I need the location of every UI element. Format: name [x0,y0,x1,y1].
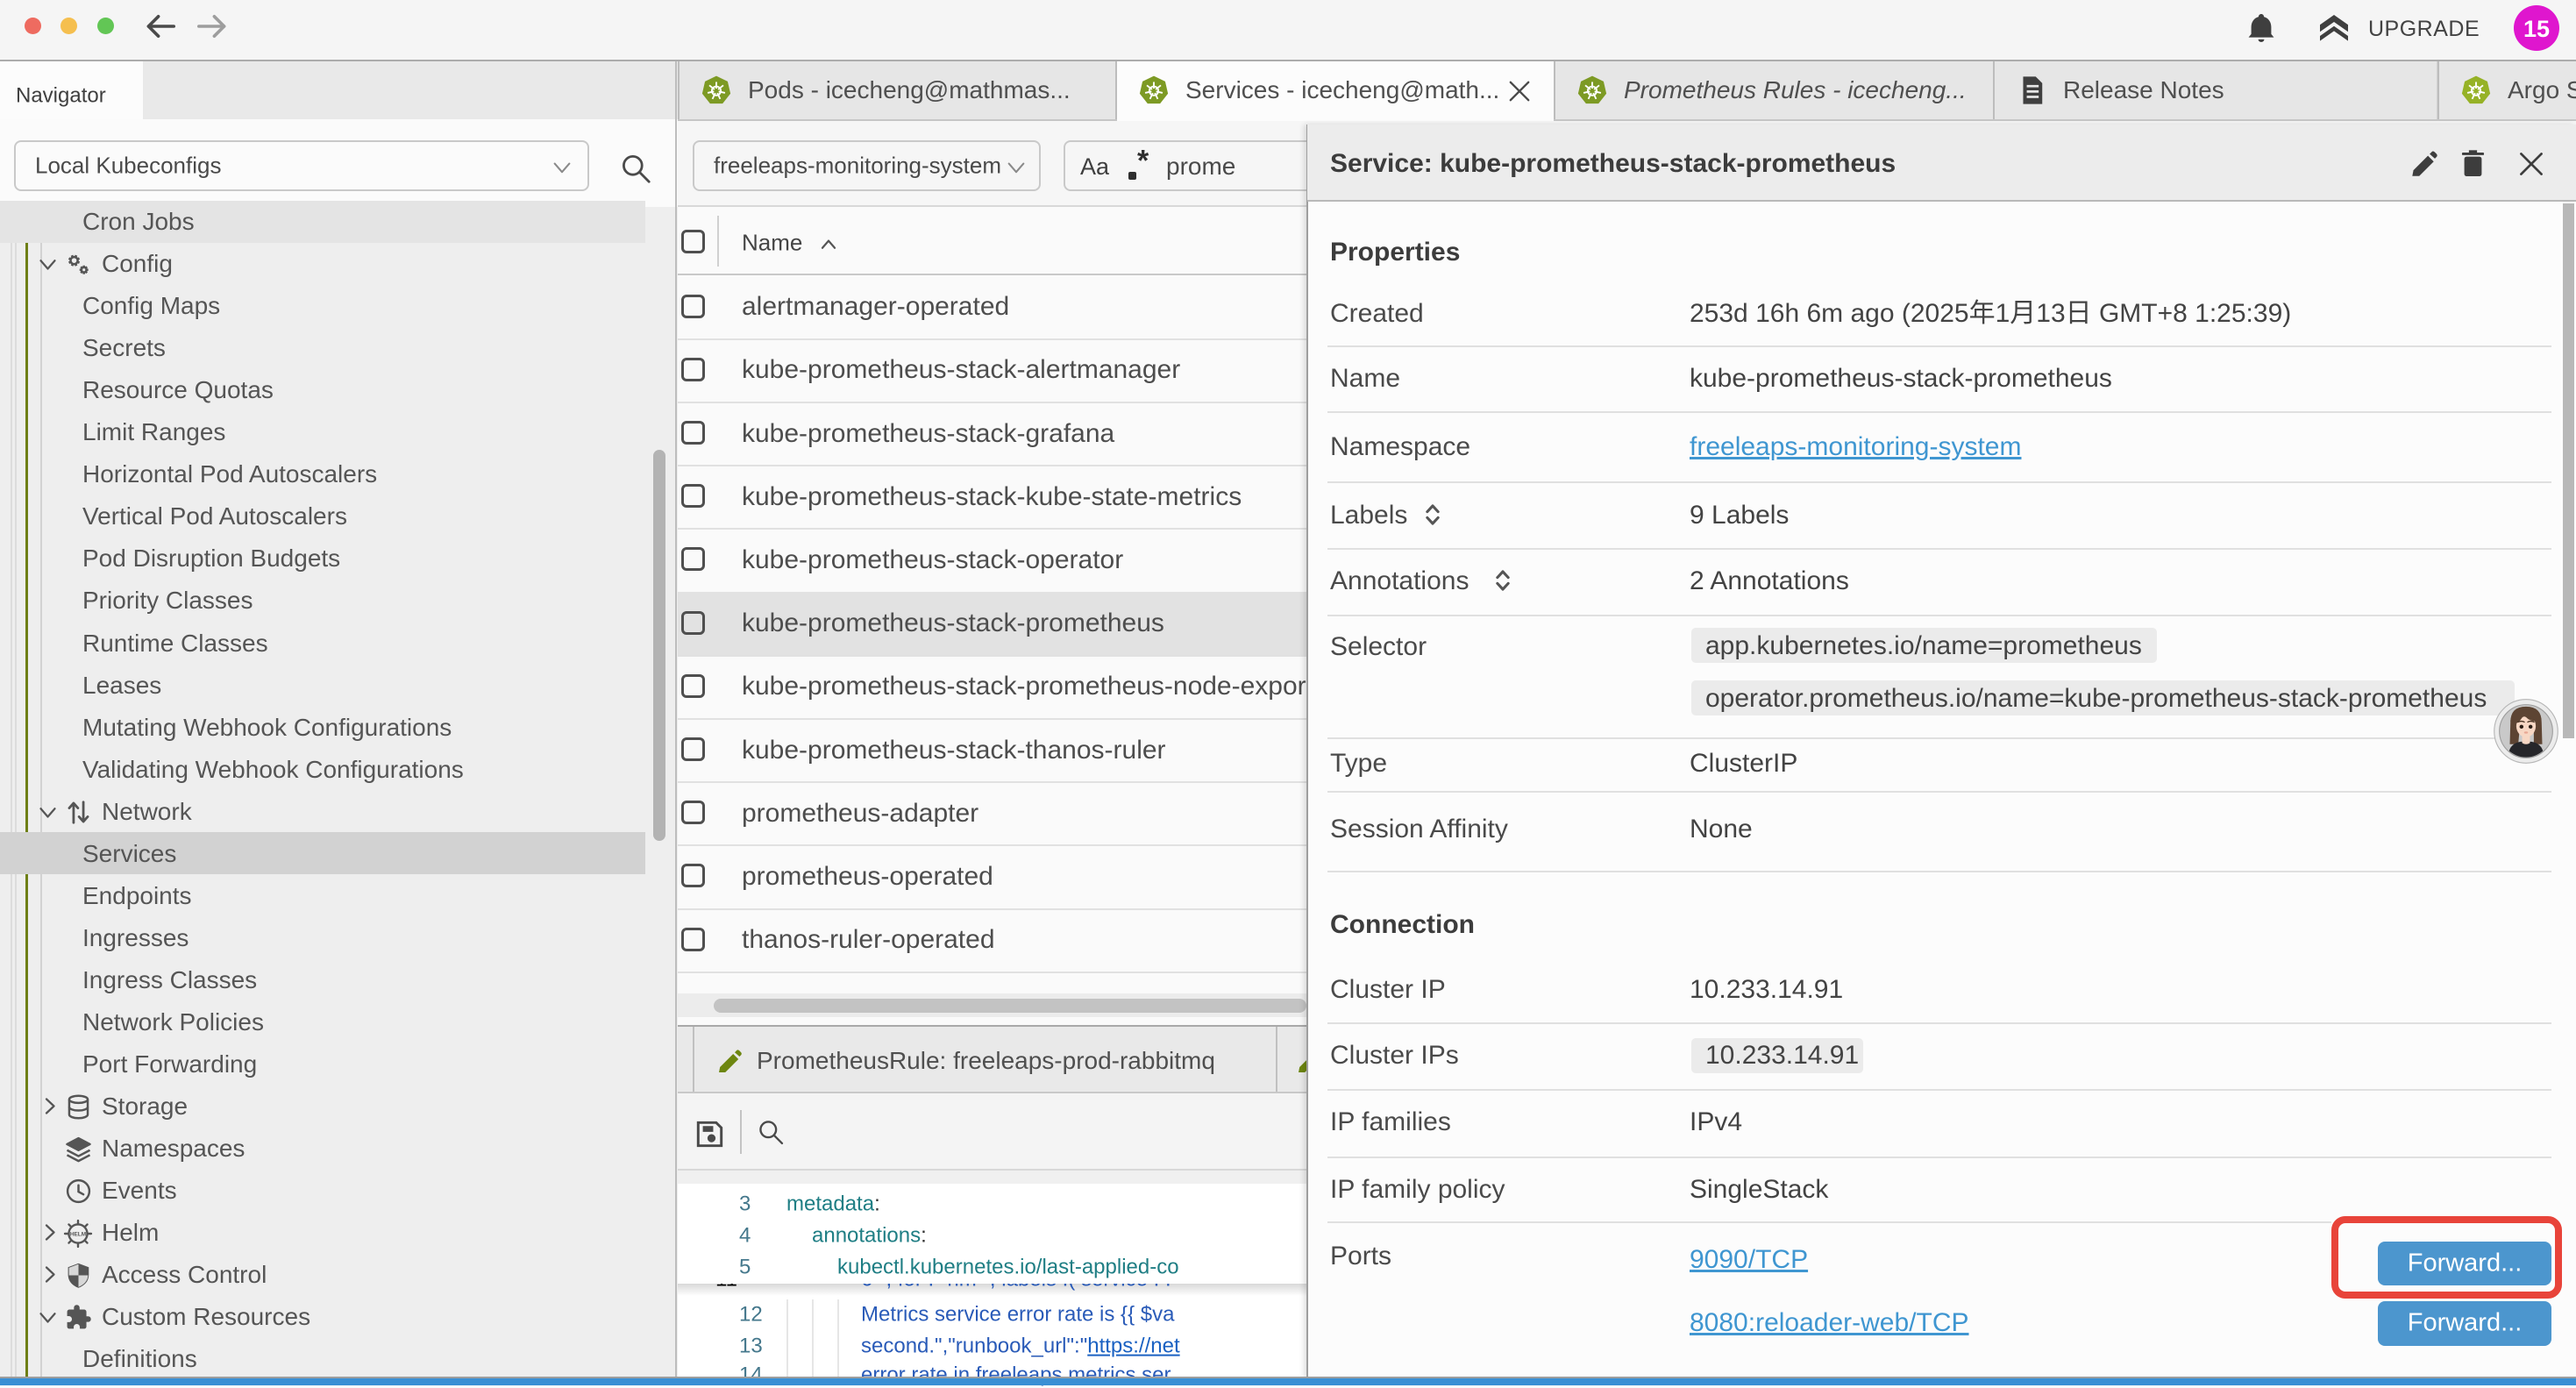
svg-text:HELM: HELM [70,1232,86,1238]
